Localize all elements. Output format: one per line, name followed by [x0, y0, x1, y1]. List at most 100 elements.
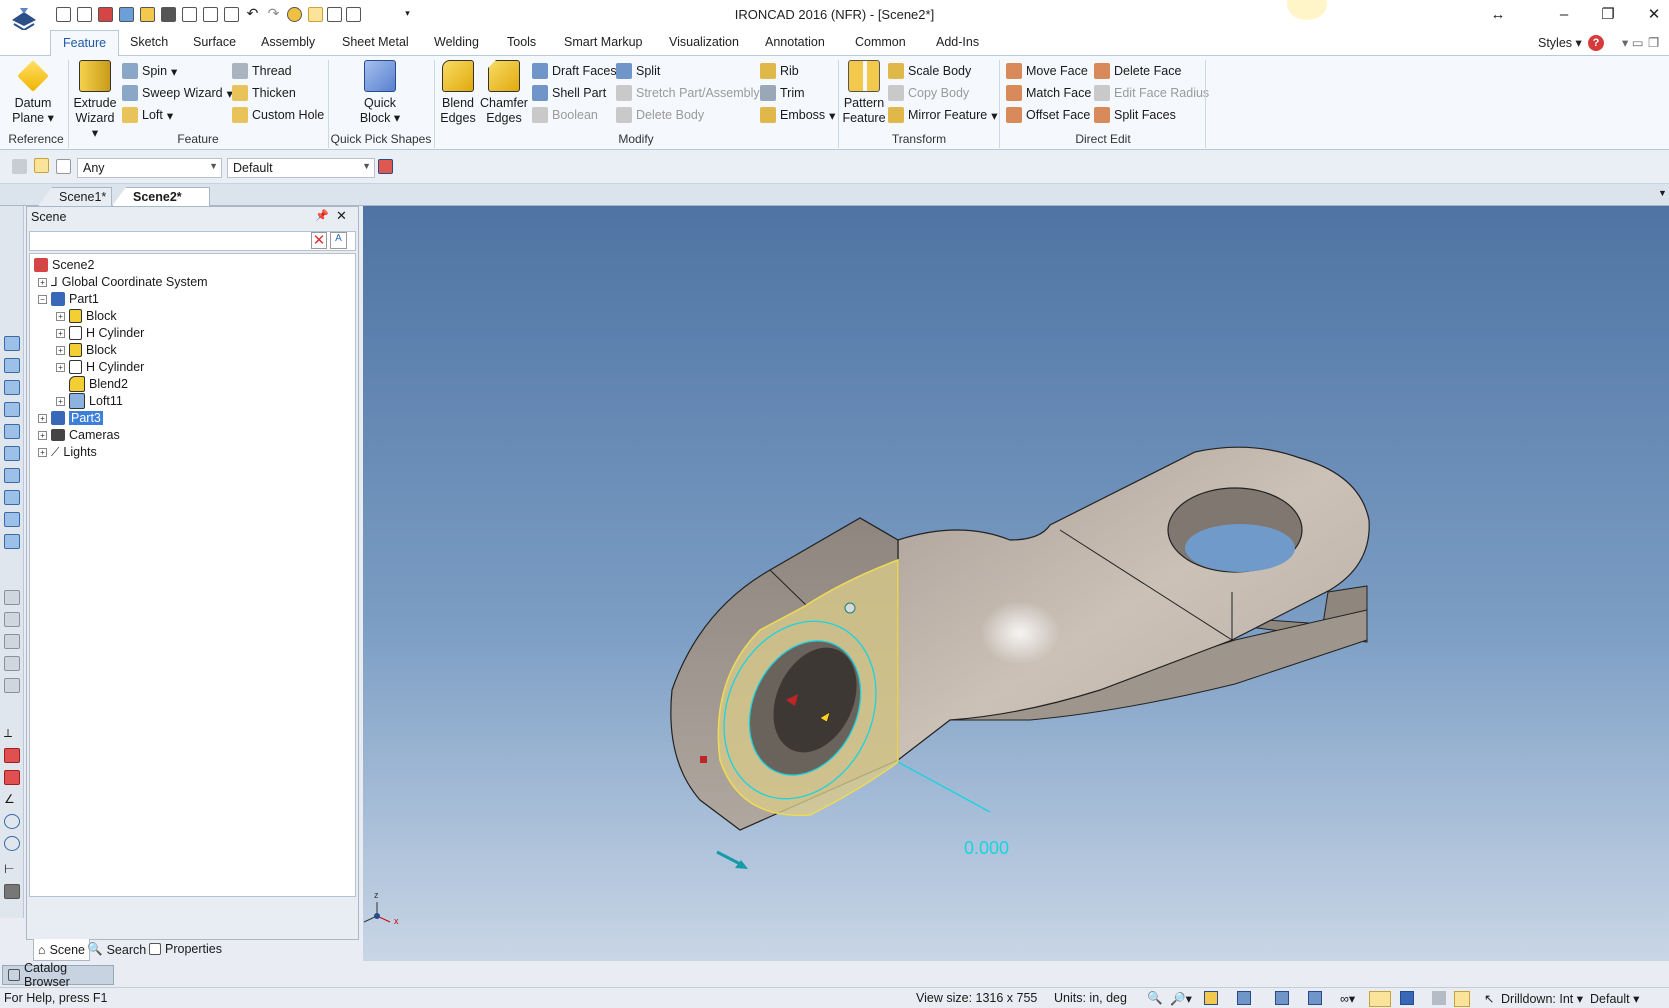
view-orient-icon[interactable] [1204, 991, 1218, 1005]
pointer-icon[interactable]: ↖ [1484, 991, 1494, 1006]
boolean-button[interactable]: Boolean [532, 106, 598, 124]
measure-icon[interactable]: ⟂ [4, 726, 20, 741]
hole-block-icon[interactable] [4, 512, 20, 527]
style-dropdown[interactable]: Default ▼ [227, 158, 375, 178]
scene-filter-input[interactable] [29, 231, 356, 251]
styles-menu[interactable]: Styles ▾ [1538, 35, 1582, 50]
tree-node-h-cylinder[interactable]: + H Cylinder [56, 324, 144, 342]
tree-node-cameras[interactable]: + Cameras [38, 426, 120, 444]
pointer-select-icon[interactable] [34, 158, 49, 173]
datum-plane-button[interactable]: Datum Plane ▾ [10, 60, 56, 126]
tab-common[interactable]: Common [855, 35, 906, 49]
glasses-icon[interactable]: ∞▾ [1340, 991, 1355, 1006]
sweep-wizard-button[interactable]: Sweep Wizard ▾ [122, 84, 233, 102]
flange-icon[interactable] [4, 678, 20, 693]
tab-assembly[interactable]: Assembly [261, 35, 315, 49]
filter-options-icon[interactable]: A [330, 232, 347, 249]
camera-view-icon[interactable] [1275, 991, 1289, 1005]
delete-face-button[interactable]: Delete Face [1094, 62, 1181, 80]
rib-button[interactable]: Rib [760, 62, 799, 80]
tree-node-loft11[interactable]: + Loft11 [56, 392, 123, 410]
tree-node-blend2[interactable]: Blend2 [69, 375, 128, 393]
stretch-button[interactable]: Stretch Part/Assembly [616, 84, 760, 102]
spin-button[interactable]: Spin ▾ [122, 62, 177, 80]
tab-scene-browser[interactable]: ⌂ Scene [33, 939, 91, 961]
tab-annotation[interactable]: Annotation [765, 35, 825, 49]
tube-icon[interactable] [4, 490, 20, 505]
section-icon[interactable] [1308, 991, 1322, 1005]
minimize-button[interactable]: – [1548, 4, 1580, 26]
sheet-icon[interactable] [4, 590, 20, 605]
hole-cylinder-icon[interactable] [4, 534, 20, 549]
close-panel-icon[interactable]: ✕ [336, 208, 347, 224]
extrude-wizard-button[interactable]: Extrude Wizard ▾ [72, 60, 118, 141]
copy-body-button[interactable]: Copy Body [888, 84, 969, 102]
move-face-button[interactable]: Move Face [1006, 62, 1088, 80]
split-button[interactable]: Split [616, 62, 660, 80]
tree-node-part1[interactable]: − Part1 [38, 290, 99, 308]
help-icon[interactable]: ? [1588, 35, 1604, 51]
tab-sketch[interactable]: Sketch [130, 35, 168, 49]
close-button[interactable]: ✕ [1638, 4, 1669, 26]
tool-icon[interactable] [4, 770, 20, 785]
pattern-feature-button[interactable]: Pattern Feature [842, 60, 886, 126]
chamfer-edges-button[interactable]: Chamfer Edges [480, 60, 528, 126]
draft-faces-button[interactable]: Draft Faces [532, 62, 617, 80]
tab-search[interactable]: 🔍 Search [87, 942, 146, 957]
tab-scene2[interactable]: Scene2* ✕ [112, 187, 210, 206]
render-mode-icon[interactable] [1237, 991, 1251, 1005]
punch-icon[interactable] [4, 634, 20, 649]
expand-icon[interactable]: + [56, 328, 65, 338]
tab-add-ins[interactable]: Add-Ins [936, 35, 979, 49]
resize-icon[interactable]: ↔ [1482, 4, 1514, 26]
no-entry-icon[interactable] [4, 836, 20, 851]
select-mode-icon[interactable] [1454, 991, 1470, 1007]
expand-icon[interactable]: + [56, 345, 65, 355]
tab-properties[interactable]: Properties [149, 942, 222, 956]
part-model[interactable] [670, 446, 1370, 869]
split-faces-button[interactable]: Split Faces [1094, 106, 1176, 124]
expand-icon[interactable]: + [38, 430, 47, 440]
angle-icon[interactable]: ∠ [4, 792, 20, 807]
custom-hole-button[interactable]: Custom Hole [232, 106, 324, 124]
delete-body-button[interactable]: Delete Body [616, 106, 704, 124]
slab-icon[interactable] [4, 468, 20, 483]
selection-filter-dropdown[interactable]: Any ▼ [77, 158, 222, 178]
tree-node-block[interactable]: + Block [56, 341, 117, 359]
selection-filter-icon[interactable] [12, 159, 27, 174]
form-icon[interactable] [4, 656, 20, 671]
sphere-icon[interactable] [4, 402, 20, 417]
restore-button[interactable]: ❐ [1592, 4, 1624, 26]
expand-icon[interactable]: + [56, 396, 65, 406]
expand-icon[interactable]: + [38, 277, 47, 287]
tree-node-global-coordinate-system[interactable]: + ⅃ Global Coordinate System [38, 273, 208, 291]
mirror-feature-button[interactable]: Mirror Feature ▾ [888, 106, 997, 124]
shell-part-button[interactable]: Shell Part [532, 84, 606, 102]
thread-button[interactable]: Thread [232, 62, 292, 80]
pin-icon[interactable]: 📌 [315, 209, 329, 222]
hierarchy-icon[interactable] [378, 159, 393, 174]
thicken-button[interactable]: Thicken [232, 84, 296, 102]
blend-edges-button[interactable]: Blend Edges [438, 60, 478, 126]
bend-icon[interactable] [4, 612, 20, 627]
tab-scene1[interactable]: Scene1* [38, 187, 112, 206]
circle-icon[interactable] [4, 814, 20, 829]
tab-visualization[interactable]: Visualization [669, 35, 739, 49]
dimension-icon[interactable]: ⊢ [4, 862, 20, 877]
expand-icon[interactable]: + [38, 447, 47, 457]
tab-tools[interactable]: Tools [507, 35, 536, 49]
cone-icon[interactable] [4, 380, 20, 395]
tree-node-part3[interactable]: + Part3 [38, 409, 103, 427]
tree-node-h-cylinder[interactable]: + H Cylinder [56, 358, 144, 376]
dimension-value[interactable]: 0.000 [964, 838, 1009, 859]
display-mode-icon[interactable] [1369, 991, 1391, 1007]
expand-icon[interactable]: + [56, 362, 65, 372]
tab-list-chevron-icon[interactable]: ▼ [1658, 188, 1667, 198]
match-face-button[interactable]: Match Face [1006, 84, 1091, 102]
drilldown-dropdown[interactable]: Drilldown: Int ▾ [1501, 991, 1583, 1006]
emboss-button[interactable]: Emboss ▾ [760, 106, 835, 124]
box-select-icon[interactable] [56, 159, 71, 174]
wedge-icon[interactable] [4, 424, 20, 439]
zoom-icon[interactable]: 🔍 [1147, 991, 1163, 1006]
trim-button[interactable]: Trim [760, 84, 805, 102]
